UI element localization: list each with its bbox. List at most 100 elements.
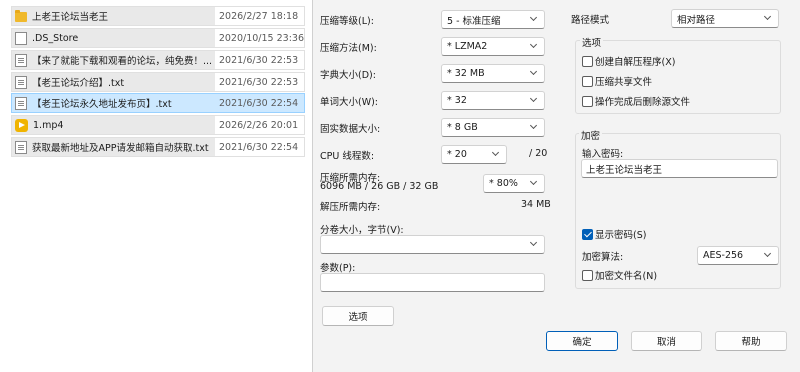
file-date: 2021/6/30 22:54: [215, 94, 304, 112]
encryption-method-select[interactable]: AES-256: [697, 246, 779, 265]
chevron-down-icon: [491, 149, 501, 159]
text-file-icon: [15, 96, 27, 110]
cancel-button[interactable]: 取消: [631, 331, 702, 351]
file-name-cell: 【来了就能下载和观看的论坛，纯免费！...: [12, 51, 215, 69]
checkbox-label: 压缩共享文件: [595, 77, 653, 88]
encryption-method-value: AES-256: [703, 250, 744, 261]
compression-memory-detail: 6096 MB / 26 GB / 32 GB: [320, 181, 439, 192]
file-name: 【老王论坛永久地址发布页】.txt: [32, 99, 172, 110]
compression-level-label: 压缩等级(L):: [320, 16, 374, 27]
file-name-cell: 上老王论坛当老王: [12, 7, 215, 25]
dictionary-size-value: * 32 MB: [447, 68, 485, 79]
help-button[interactable]: 帮助: [715, 331, 787, 351]
text-file-icon: [15, 75, 27, 89]
file-name-cell: 1.mp4: [12, 116, 215, 134]
file-name-cell: 【老王论坛介绍】.txt: [12, 73, 215, 91]
folder-icon: [15, 10, 27, 22]
cpu-threads-select[interactable]: * 20: [441, 145, 507, 164]
cpu-threads-value: * 20: [447, 149, 467, 160]
chevron-down-icon: [763, 250, 773, 260]
file-date: 2021/6/30 22:54: [215, 138, 304, 156]
file-name-cell: .DS_Store: [12, 29, 215, 47]
word-size-label: 单词大小(W):: [320, 97, 379, 108]
file-icon: [15, 31, 27, 45]
file-date: 2021/6/30 22:53: [215, 51, 304, 69]
chevron-down-icon: [763, 13, 773, 23]
cpu-threads-total: / 20: [529, 148, 548, 159]
options-button[interactable]: 选项: [322, 306, 394, 326]
compression-method-select[interactable]: * LZMA2: [441, 37, 545, 56]
file-row-selected[interactable]: 【老王论坛永久地址发布页】.txt 2021/6/30 22:54: [11, 93, 305, 113]
file-name: 1.mp4: [33, 119, 64, 131]
checkbox-label: 操作完成后删除源文件: [595, 97, 691, 108]
split-volume-combobox[interactable]: [320, 235, 545, 254]
split-volume-label: 分卷大小，字节(V):: [320, 225, 404, 236]
compress-shared-checkbox[interactable]: 压缩共享文件: [582, 74, 652, 88]
encryption-method-label: 加密算法:: [582, 252, 624, 263]
solid-block-size-value: * 8 GB: [447, 122, 478, 133]
options-group-title: 选项: [580, 35, 604, 49]
method-label: 压缩方法(M):: [320, 43, 377, 54]
file-row[interactable]: 【老王论坛介绍】.txt 2021/6/30 22:53: [11, 72, 305, 92]
file-name: .DS_Store: [32, 32, 79, 44]
checkbox-box: [582, 55, 593, 67]
file-date: 2020/10/15 23:36: [214, 29, 304, 47]
file-name-cell: 【老王论坛永久地址发布页】.txt: [12, 94, 215, 112]
dictionary-size-label: 字典大小(D):: [320, 70, 376, 81]
path-mode-value: 相对路径: [677, 14, 716, 26]
compression-level-value: 5 - 标准压缩: [447, 15, 501, 27]
encryption-group-title: 加密: [579, 128, 603, 142]
text-file-icon: [15, 140, 27, 154]
compression-method-value: * LZMA2: [447, 41, 488, 52]
file-name: 【来了就能下载和观看的论坛，纯免费！...: [32, 56, 213, 67]
checkbox-label: 显示密码(S): [595, 230, 647, 241]
chevron-down-icon: [529, 178, 539, 188]
file-list: 上老王论坛当老王 2026/2/27 18:18 .DS_Store 2020/…: [0, 0, 312, 372]
chevron-down-icon: [529, 239, 539, 249]
cpu-threads-label: CPU 线程数:: [320, 151, 375, 162]
text-file-icon: [15, 53, 27, 67]
chevron-down-icon: [529, 41, 539, 51]
checkbox-label: 创建自解压程序(X): [595, 57, 676, 68]
file-row[interactable]: 获取最新地址及APP请发邮箱自动获取.txt 2021/6/30 22:54: [11, 137, 305, 157]
create-sfx-checkbox[interactable]: 创建自解压程序(X): [582, 54, 675, 68]
checkbox-box: [582, 95, 593, 107]
password-input[interactable]: 上老王论坛当老王: [581, 159, 778, 178]
chevron-down-icon: [529, 95, 539, 105]
memory-usage-value: * 80%: [489, 178, 518, 189]
path-mode-select[interactable]: 相对路径: [671, 9, 779, 28]
file-name: 上老王论坛当老王: [32, 12, 109, 23]
decompression-memory-value: 34 MB: [521, 199, 551, 210]
solid-block-size-label: 固实数据大小:: [320, 124, 381, 135]
add-to-archive-dialog: 压缩等级(L): 5 - 标准压缩 压缩方法(M): * LZMA2 字典大小(…: [312, 0, 800, 372]
checkbox-box: [582, 75, 593, 87]
file-date: 2021/6/30 22:53: [215, 73, 304, 91]
show-password-checkbox[interactable]: 显示密码(S): [582, 227, 646, 241]
compression-level-select[interactable]: 5 - 标准压缩: [441, 10, 545, 29]
file-name-cell: 获取最新地址及APP请发邮箱自动获取.txt: [12, 138, 215, 156]
chevron-down-icon: [529, 122, 539, 132]
dictionary-size-select[interactable]: * 32 MB: [441, 64, 545, 83]
checkbox-box: [582, 269, 593, 281]
parameters-label: 参数(P):: [320, 263, 356, 274]
word-size-select[interactable]: * 32: [441, 91, 545, 110]
encrypt-filenames-checkbox[interactable]: 加密文件名(N): [582, 268, 657, 282]
file-row[interactable]: 上老王论坛当老王 2026/2/27 18:18: [11, 6, 305, 26]
file-name: 获取最新地址及APP请发邮箱自动获取.txt: [32, 143, 209, 154]
solid-block-size-select[interactable]: * 8 GB: [441, 118, 545, 137]
memory-usage-select[interactable]: * 80%: [483, 174, 545, 193]
ok-button[interactable]: 确定: [546, 331, 618, 351]
file-row[interactable]: 1.mp4 2026/2/26 20:01: [11, 115, 305, 135]
file-row[interactable]: .DS_Store 2020/10/15 23:36: [11, 28, 305, 48]
media-file-icon: [15, 118, 28, 132]
password-value: 上老王论坛当老王: [586, 164, 663, 176]
checkbox-checked: [582, 228, 593, 240]
password-label: 输入密码:: [582, 149, 624, 160]
path-mode-label: 路径模式: [571, 15, 610, 26]
parameters-input[interactable]: [320, 273, 545, 292]
word-size-value: * 32: [447, 95, 467, 106]
file-date: 2026/2/27 18:18: [215, 7, 304, 25]
file-row[interactable]: 【来了就能下载和观看的论坛，纯免费！... 2021/6/30 22:53: [11, 50, 305, 70]
chevron-down-icon: [529, 68, 539, 78]
delete-after-checkbox[interactable]: 操作完成后删除源文件: [582, 94, 690, 108]
